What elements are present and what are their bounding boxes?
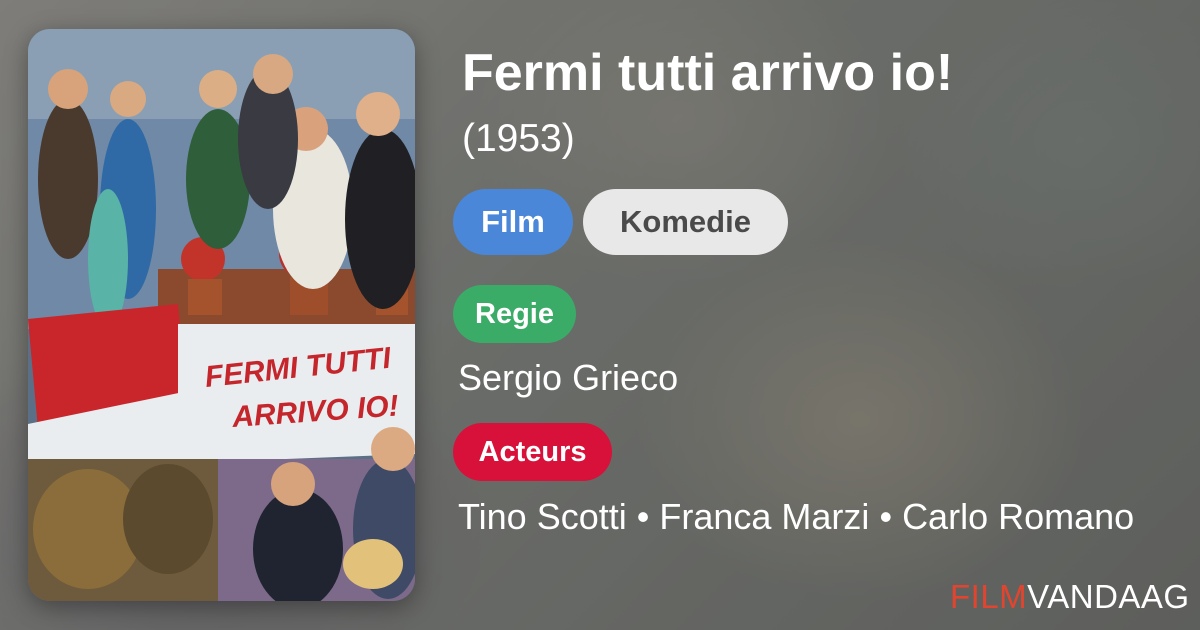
actor-separator: • (636, 496, 650, 537)
director-name[interactable]: Sergio Grieco (458, 356, 678, 400)
brand-logo[interactable]: FILMVANDAAG (950, 577, 1190, 617)
actor-separator: • (879, 496, 893, 537)
actor-name[interactable]: Franca Marzi (659, 496, 869, 537)
director-label: Regie (453, 285, 576, 343)
actor-name[interactable]: Tino Scotti (458, 496, 627, 537)
movie-title: Fermi tutti arrivo io! (462, 44, 954, 102)
brand-logo-part1: FILM (950, 578, 1028, 615)
actor-name[interactable]: Carlo Romano (902, 496, 1134, 537)
poster-artwork: FERMI TUTTI ARRIVO IO! (28, 29, 415, 601)
genre-badge[interactable]: Komedie (583, 189, 788, 255)
type-badge[interactable]: Film (453, 189, 573, 255)
release-year: (1953) (462, 117, 575, 160)
movie-poster[interactable]: FERMI TUTTI ARRIVO IO! (28, 29, 415, 601)
actors-list: Tino Scotti • Franca Marzi • Carlo Roman… (458, 492, 1138, 541)
brand-logo-part2: VANDAAG (1027, 578, 1190, 615)
actors-label: Acteurs (453, 423, 612, 481)
